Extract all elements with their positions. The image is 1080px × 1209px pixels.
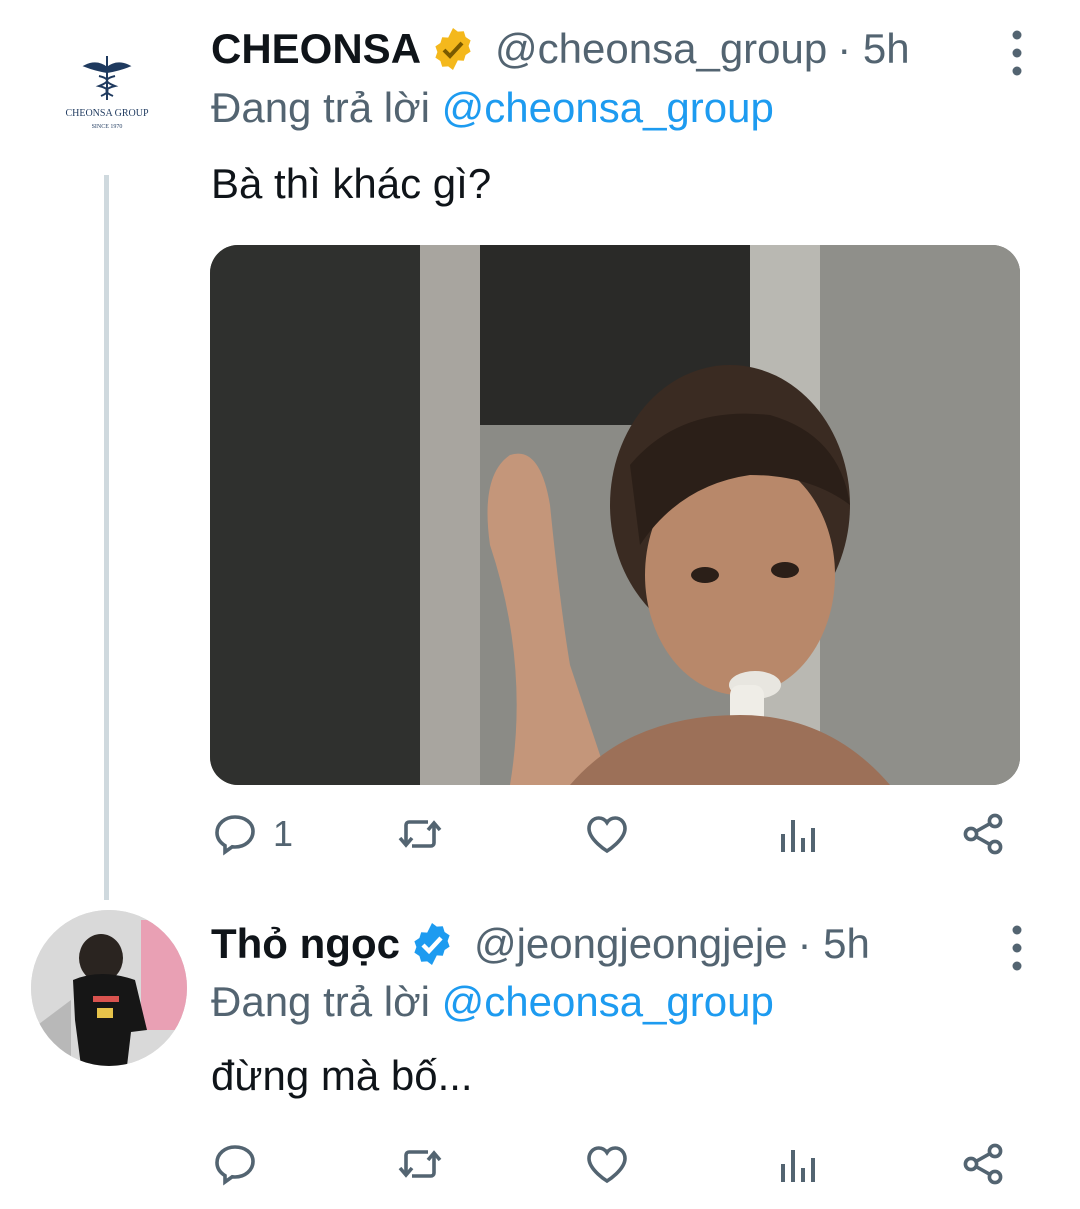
author-handle[interactable]: @jeongjeongjeje (474, 920, 788, 968)
analytics-icon (781, 1150, 815, 1182)
share-button[interactable] (959, 806, 1007, 862)
analytics-button[interactable] (773, 806, 821, 862)
replying-to: Đang trả lời @cheonsa_group (211, 84, 774, 132)
tweet-header: CHEONSA @cheonsa_group · 5h (211, 19, 910, 79)
tweet-photo[interactable] (210, 245, 1020, 785)
like-button[interactable] (583, 806, 645, 862)
replying-to: Đang trả lời @cheonsa_group (211, 978, 774, 1026)
tweet-text: đừng mà bố... (211, 1052, 473, 1099)
more-options-icon[interactable] (1007, 920, 1027, 976)
like-button[interactable] (583, 1136, 645, 1192)
share-icon (963, 813, 1003, 855)
thread-line (104, 175, 109, 900)
analytics-button[interactable] (773, 1136, 821, 1192)
retweet-button[interactable] (396, 806, 458, 862)
logo-title: CHEONSA GROUP (65, 108, 149, 119)
avatar[interactable] (31, 910, 187, 1066)
verified-gold-icon (435, 28, 471, 70)
retweet-icon (398, 820, 442, 848)
tweet-time[interactable]: · 5h (798, 920, 870, 968)
tweet-time[interactable]: · 5h (837, 25, 909, 73)
tweet[interactable]: CHEONSA GROUP SINCE 1970 CHEONSA @cheons… (0, 0, 1080, 900)
reply-button[interactable] (211, 1136, 273, 1192)
author-name[interactable]: CHEONSA (211, 25, 421, 73)
tweet[interactable]: Thỏ ngọc @jeongjeongjeje · 5h Đang trả l… (0, 880, 1080, 1209)
retweet-button[interactable] (396, 1136, 458, 1192)
cheonsa-logo: CHEONSA GROUP SINCE 1970 (65, 56, 149, 130)
reply-icon (215, 815, 255, 856)
replying-to-mention[interactable]: @cheonsa_group (442, 84, 774, 131)
action-bar: 1 (211, 806, 1011, 862)
replying-to-mention[interactable]: @cheonsa_group (442, 978, 774, 1025)
avatar-photo (31, 910, 187, 1066)
heart-icon (587, 816, 627, 854)
share-icon (963, 1143, 1003, 1185)
reply-button[interactable]: 1 (211, 806, 293, 862)
replying-to-label: Đang trả lời (211, 978, 430, 1025)
tweet-header: Thỏ ngọc @jeongjeongjeje · 5h (211, 914, 870, 974)
retweet-icon (398, 1150, 442, 1178)
photo-image (210, 245, 1020, 785)
author-name[interactable]: Thỏ ngọc (211, 920, 400, 968)
logo-subtitle: SINCE 1970 (92, 124, 123, 130)
replying-to-label: Đang trả lời (211, 84, 430, 131)
reply-icon (215, 1145, 255, 1186)
share-button[interactable] (959, 1136, 1007, 1192)
avatar[interactable]: CHEONSA GROUP SINCE 1970 (31, 18, 183, 170)
action-bar (211, 1136, 1011, 1192)
more-options-icon[interactable] (1007, 25, 1027, 81)
analytics-icon (781, 820, 815, 852)
heart-icon (587, 1146, 627, 1184)
tweet-text: Bà thì khác gì? (211, 160, 492, 207)
author-handle[interactable]: @cheonsa_group (495, 25, 827, 73)
verified-blue-icon (414, 923, 450, 965)
reply-count: 1 (273, 813, 294, 854)
